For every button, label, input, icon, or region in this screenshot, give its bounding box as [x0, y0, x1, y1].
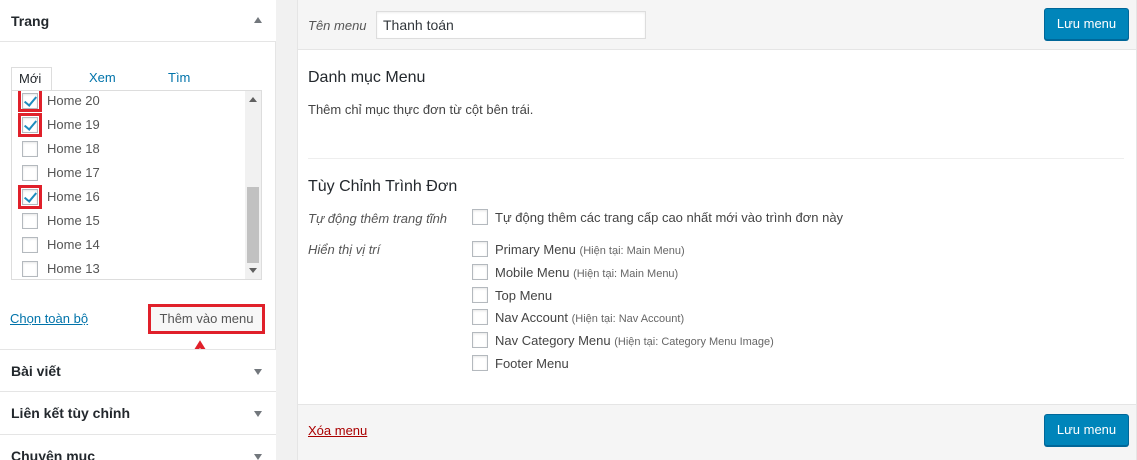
menu-header: Tên menu Lưu menu [297, 0, 1137, 50]
pages-section-title: Trang [11, 13, 50, 29]
chevron-down-icon[interactable] [254, 454, 262, 460]
location-note: (Hiện tại: Main Menu) [573, 268, 679, 280]
list-item-label: Home 14 [47, 237, 100, 252]
list-item-label: Home 15 [47, 213, 100, 228]
menu-body: Danh mục Menu Thêm chỉ mục thực đơn từ c… [297, 50, 1137, 404]
checkbox-home-18[interactable] [22, 141, 38, 157]
select-all-link[interactable]: Chọn toàn bộ [10, 311, 88, 326]
auto-add-checkbox[interactable] [472, 209, 488, 225]
tab-most-recent[interactable]: Mới nhất [11, 67, 53, 108]
location-checkbox[interactable] [472, 264, 488, 280]
location-checkbox[interactable] [472, 309, 488, 325]
posts-section-header[interactable]: Bài viết [0, 349, 276, 392]
left-panel: Trang Mới nhất Xem tất cả Tìm kiếm Home … [0, 0, 276, 460]
location-note: (Hiện tại: Category Menu Image) [614, 336, 774, 348]
list-scrollbar[interactable] [245, 91, 261, 279]
list-item-label: Home 19 [47, 117, 100, 132]
highlight-box [18, 113, 42, 137]
location-name: Top Menu [495, 288, 553, 303]
delete-menu-link[interactable]: Xóa menu [308, 423, 367, 438]
menu-footer: Xóa menu Lưu menu [297, 404, 1137, 460]
checkbox-home-14[interactable] [22, 237, 38, 253]
add-to-menu-button[interactable]: Thêm vào menu [148, 304, 265, 334]
highlight-box [18, 185, 42, 209]
chevron-down-icon[interactable] [254, 411, 262, 417]
location-note: (Hiện tại: Main Menu) [579, 245, 685, 257]
auto-add-label: Tự động thêm trang tĩnh [308, 211, 448, 226]
menu-settings-title: Tùy Chỉnh Trình Đơn [308, 178, 458, 195]
categories-section-header[interactable]: Chuyên mục [0, 435, 276, 460]
checkbox-home-13[interactable] [22, 261, 38, 277]
menu-structure-title: Danh mục Menu [308, 69, 426, 86]
list-item-label: Home 16 [47, 189, 100, 204]
tab-view-all[interactable]: Xem tất cả [82, 67, 123, 129]
checkbox-home-15[interactable] [22, 213, 38, 229]
menu-name-input[interactable] [376, 11, 646, 39]
custom-links-section-header[interactable]: Liên kết tùy chỉnh [0, 392, 276, 435]
posts-section-title: Bài viết [11, 363, 61, 379]
pages-checklist: Home 20 Home 19 Home 18 Home 17 Home 16 … [11, 90, 262, 280]
list-item-label: Home 17 [47, 165, 100, 180]
location-checkbox[interactable] [472, 287, 488, 303]
scroll-up-icon[interactable] [249, 97, 257, 102]
list-item-label: Home 18 [47, 141, 100, 156]
location-checkbox[interactable] [472, 355, 488, 371]
display-location-label: Hiển thị vị trí [308, 242, 381, 257]
menu-name-label: Tên menu [308, 18, 367, 33]
menu-structure-description: Thêm chỉ mục thực đơn từ cột bên trái. [308, 102, 534, 117]
custom-links-section-title: Liên kết tùy chỉnh [11, 405, 131, 421]
categories-section-title: Chuyên mục [11, 448, 96, 460]
chevron-down-icon[interactable] [254, 369, 262, 375]
scroll-thumb[interactable] [247, 187, 259, 263]
tab-search[interactable]: Tìm kiếm [161, 67, 202, 107]
location-name: Nav Category Menu [495, 333, 611, 348]
chevron-up-icon[interactable] [254, 17, 262, 23]
location-note: (Hiện tại: Nav Account) [571, 313, 685, 325]
location-name: Primary Menu [495, 242, 576, 257]
auto-add-text: Tự động thêm các trang cấp cao nhất mới … [495, 210, 844, 225]
save-menu-button[interactable]: Lưu menu [1044, 414, 1129, 446]
save-menu-button[interactable]: Lưu menu [1044, 8, 1129, 40]
scroll-down-icon[interactable] [249, 268, 257, 273]
checkbox-home-17[interactable] [22, 165, 38, 181]
list-item-label: Home 20 [47, 93, 100, 108]
divider [308, 158, 1124, 159]
location-checkbox[interactable] [472, 241, 488, 257]
location-name: Mobile Menu [495, 265, 570, 280]
pages-section-header[interactable]: Trang [0, 0, 276, 42]
location-name: Footer Menu [495, 356, 569, 371]
location-name: Nav Account [495, 310, 568, 325]
highlight-box [18, 91, 42, 112]
list-item-label: Home 13 [47, 261, 100, 276]
location-checkbox[interactable] [472, 332, 488, 348]
